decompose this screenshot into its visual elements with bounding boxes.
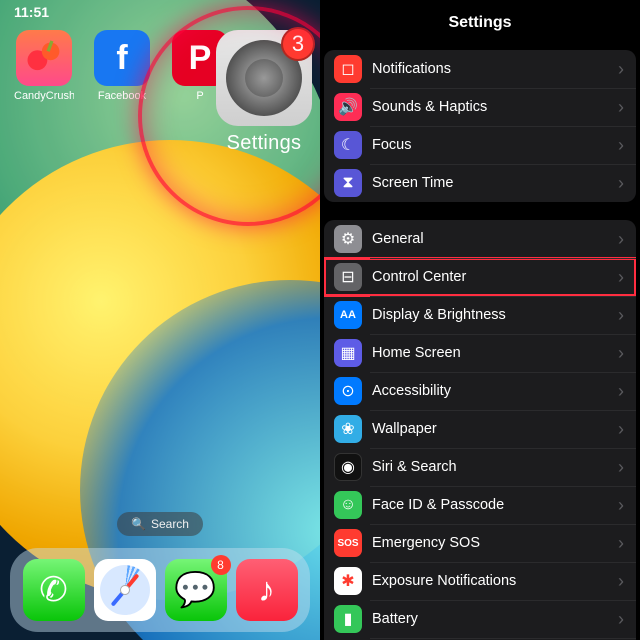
chevron-right-icon: › — [618, 457, 624, 478]
search-icon: 🔍 — [131, 517, 146, 531]
row-label: Exposure Notifications — [372, 573, 618, 589]
chevron-right-icon: › — [618, 59, 624, 80]
settings-app-callout[interactable]: 3 Settings — [214, 30, 314, 155]
settings-label: Settings — [214, 132, 314, 155]
chevron-right-icon: › — [618, 305, 624, 326]
row-label: Sounds & Haptics — [372, 99, 618, 115]
chevron-right-icon: › — [618, 495, 624, 516]
row-label: Notifications — [372, 61, 618, 77]
music-icon: ♪ — [258, 571, 275, 610]
page-title: Settings — [320, 0, 640, 50]
display-icon: AA — [334, 301, 362, 329]
wallpaper-icon: ❀ — [334, 415, 362, 443]
chevron-right-icon: › — [618, 343, 624, 364]
music-app[interactable]: ♪ — [236, 559, 298, 621]
row-label: Battery — [372, 611, 618, 627]
row-label: Face ID & Passcode — [372, 497, 618, 513]
homescreen-icon: ▦ — [334, 339, 362, 367]
home-screen: 11:51 CandyCrushSaga f Facebook P P 3 — [0, 0, 320, 640]
faceid-icon: ☺ — [334, 491, 362, 519]
battery-icon: ▮ — [334, 605, 362, 633]
control-center-icon: ⊟ — [334, 263, 362, 291]
app-label: CandyCrushSaga — [14, 90, 74, 102]
chevron-right-icon: › — [618, 267, 624, 288]
notifications-icon: ◻︎ — [334, 55, 362, 83]
accessibility-icon: ⊙ — [334, 377, 362, 405]
settings-row-accessibility[interactable]: ⊙ Accessibility› — [324, 372, 636, 410]
settings-icon: 3 — [216, 30, 312, 126]
focus-icon: ☾ — [334, 131, 362, 159]
candycrush-icon — [16, 30, 72, 86]
messages-app[interactable]: 💬 8 — [165, 559, 227, 621]
row-label: Screen Time — [372, 175, 618, 191]
callout-step-badge: 3 — [281, 27, 315, 61]
spotlight-search[interactable]: 🔍 Search — [117, 512, 203, 536]
settings-row-display[interactable]: AA Display & Brightness› — [324, 296, 636, 334]
siri-icon: ◉ — [334, 453, 362, 481]
row-label: Accessibility — [372, 383, 618, 399]
chevron-right-icon: › — [618, 97, 624, 118]
safari-app[interactable] — [94, 559, 156, 621]
chevron-right-icon: › — [618, 533, 624, 554]
settings-row-battery[interactable]: ▮ Battery› — [324, 600, 636, 638]
settings-group: ◻︎Notifications›🔊Sounds & Haptics›☾Focus… — [324, 50, 636, 202]
app-facebook[interactable]: f Facebook — [92, 30, 152, 102]
app-label: Facebook — [92, 90, 152, 102]
exposure-icon: ✱ — [334, 567, 362, 595]
row-label: Focus — [372, 137, 618, 153]
settings-row-siri[interactable]: ◉ Siri & Search› — [324, 448, 636, 486]
chevron-right-icon: › — [618, 229, 624, 250]
sounds-icon: 🔊 — [334, 93, 362, 121]
messages-badge: 8 — [211, 555, 231, 575]
chevron-right-icon: › — [618, 571, 624, 592]
chevron-right-icon: › — [618, 173, 624, 194]
general-icon: ⚙ — [334, 225, 362, 253]
row-label: Wallpaper — [372, 421, 618, 437]
settings-row-control-center[interactable]: ⊟ Control Center› — [324, 258, 636, 296]
chevron-right-icon: › — [618, 419, 624, 440]
chevron-right-icon: › — [618, 381, 624, 402]
row-label: General — [372, 231, 618, 247]
row-label: Display & Brightness — [372, 307, 618, 323]
settings-row-sounds[interactable]: 🔊 Sounds & Haptics› — [324, 88, 636, 126]
phone-icon: ✆ — [39, 570, 68, 610]
settings-row-wallpaper[interactable]: ❀ Wallpaper› — [324, 410, 636, 448]
chevron-right-icon: › — [618, 609, 624, 630]
row-label: Emergency SOS — [372, 535, 618, 551]
search-label: Search — [151, 517, 189, 531]
settings-group: ⚙General›⊟Control Center›AADisplay & Bri… — [324, 220, 636, 640]
settings-row-homescreen[interactable]: ▦ Home Screen› — [324, 334, 636, 372]
settings-row-general[interactable]: ⚙ General› — [324, 220, 636, 258]
messages-icon: 💬 — [174, 570, 216, 610]
settings-row-exposure[interactable]: ✱ Exposure Notifications› — [324, 562, 636, 600]
facebook-icon: f — [94, 30, 150, 86]
phone-app[interactable]: ✆ — [23, 559, 85, 621]
settings-row-focus[interactable]: ☾ Focus› — [324, 126, 636, 164]
app-candycrush[interactable]: CandyCrushSaga — [14, 30, 74, 102]
row-label: Siri & Search — [372, 459, 618, 475]
settings-row-screentime[interactable]: ⧗ Screen Time› — [324, 164, 636, 202]
status-time: 11:51 — [14, 4, 49, 20]
chevron-right-icon: › — [618, 135, 624, 156]
settings-row-notifications[interactable]: ◻︎ Notifications› — [324, 50, 636, 88]
row-label: Control Center — [372, 269, 618, 285]
settings-row-sos[interactable]: SOS Emergency SOS› — [324, 524, 636, 562]
sos-icon: SOS — [334, 529, 362, 557]
settings-screen: Settings ◻︎Notifications›🔊Sounds & Hapti… — [320, 0, 640, 640]
row-label: Home Screen — [372, 345, 618, 361]
settings-row-faceid[interactable]: ☺ Face ID & Passcode› — [324, 486, 636, 524]
screentime-icon: ⧗ — [334, 169, 362, 197]
dock: ✆ 💬 8 ♪ — [10, 548, 310, 632]
